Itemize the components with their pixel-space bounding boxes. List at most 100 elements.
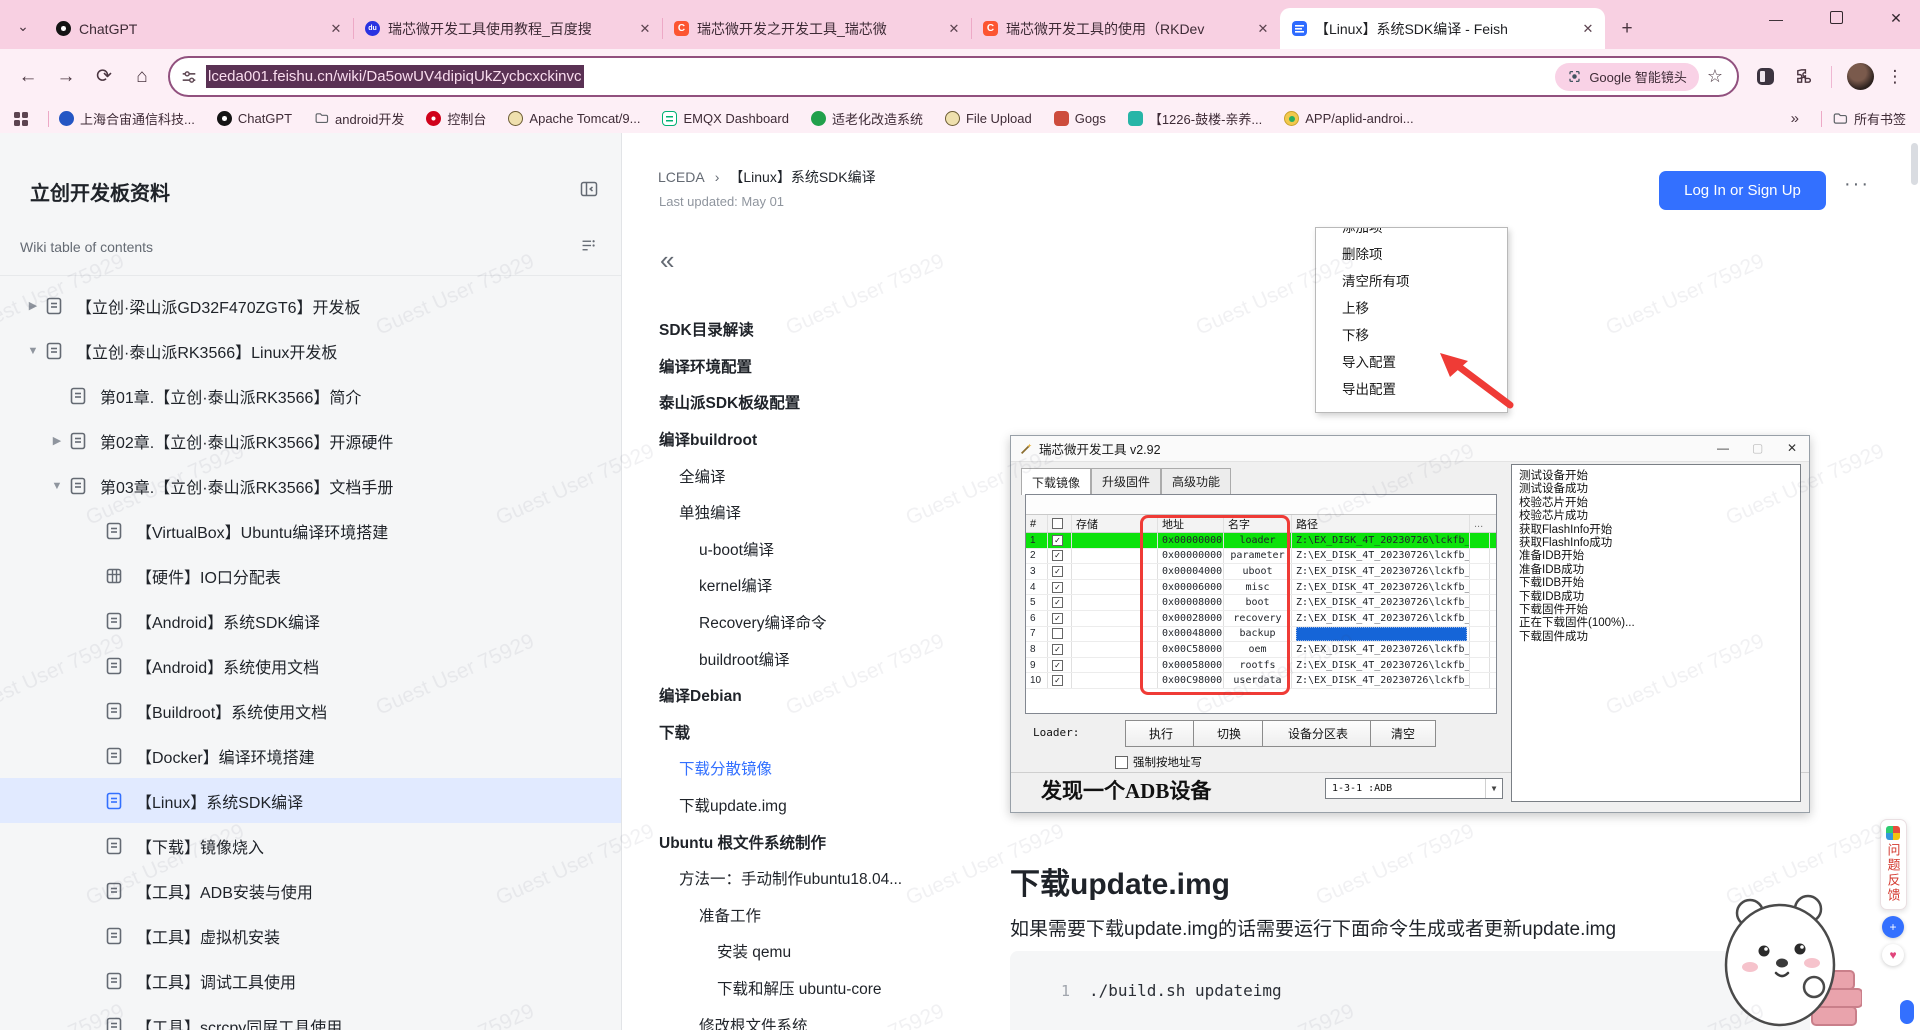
forward-button[interactable]: →: [48, 59, 84, 95]
outline-collapse-icon[interactable]: «: [660, 245, 674, 276]
tab-close-icon[interactable]: ✕: [945, 20, 963, 38]
page-scrollbar-thumb[interactable]: [1911, 143, 1918, 185]
sidebar-item[interactable]: 【Linux】系统SDK编译: [0, 778, 622, 823]
outline-item[interactable]: 方法一：手动制作ubuntu18.04...: [659, 860, 989, 897]
breadcrumb-root[interactable]: LCEDA: [658, 169, 705, 185]
sidebar-item[interactable]: 【Docker】编译环境搭建: [0, 733, 622, 778]
outline-item[interactable]: 泰山派SDK板级配置: [659, 384, 989, 421]
feedback-plus-button[interactable]: +: [1882, 916, 1904, 938]
google-lens-icon: [1567, 69, 1582, 84]
tab-close-icon[interactable]: ✕: [636, 20, 654, 38]
profile-avatar[interactable]: [1842, 59, 1878, 95]
outline-item[interactable]: 修改根文件系统: [659, 1006, 989, 1030]
sidebar-item[interactable]: 【Android】系统使用文档: [0, 643, 622, 688]
outline-item[interactable]: Ubuntu 根文件系统制作: [659, 823, 989, 860]
apps-grid-icon[interactable]: [14, 112, 28, 126]
reload-button[interactable]: ⟳: [86, 59, 122, 95]
bookmark-item[interactable]: ChatGPT: [217, 111, 292, 126]
chevron-right-icon[interactable]: ▶: [46, 434, 68, 447]
sidebar-item[interactable]: 【下载】镜像烧入: [0, 823, 622, 868]
feedback-widget[interactable]: 问题反馈 + ♥: [1878, 819, 1908, 966]
outline-item[interactable]: 下载分散镜像: [659, 750, 989, 787]
outline-item[interactable]: kernel编译: [659, 567, 989, 604]
sidebar-item[interactable]: 第01章.【立创·泰山派RK3566】简介: [0, 373, 622, 418]
address-bar[interactable]: lceda001.feishu.cn/wiki/Da5owUV4dipiqUkZ…: [168, 56, 1739, 97]
tab-close-icon[interactable]: ✕: [1254, 20, 1272, 38]
outline-item[interactable]: 编译环境配置: [659, 348, 989, 385]
outline-item[interactable]: 全编译: [659, 457, 989, 494]
outline-item[interactable]: 下载和解压 ubuntu-core: [659, 970, 989, 1007]
bookmark-item[interactable]: 【1226-鼓楼-亲养...: [1128, 109, 1262, 128]
bookmark-item[interactable]: APP/aplid-androi...: [1284, 111, 1413, 126]
window-maximize-button[interactable]: [1826, 11, 1846, 27]
outline-item[interactable]: Recovery编译命令: [659, 604, 989, 641]
sidebar-item[interactable]: ▶第02章.【立创·泰山派RK3566】开源硬件: [0, 418, 622, 463]
bookmark-star-icon[interactable]: ☆: [1707, 66, 1723, 87]
home-button[interactable]: ⌂: [124, 59, 160, 95]
bookmark-label: 控制台: [447, 109, 486, 128]
sidebar-item[interactable]: 【Buildroot】系统使用文档: [0, 688, 622, 733]
back-button[interactable]: ←: [10, 59, 46, 95]
new-tab-button[interactable]: +: [1613, 15, 1641, 43]
sidebar-item[interactable]: 【工具】ADB安装与使用: [0, 868, 622, 913]
bookmark-item[interactable]: Gogs: [1054, 111, 1106, 126]
toc-display-settings-icon[interactable]: [580, 237, 597, 254]
bookmark-item[interactable]: android开发: [314, 109, 404, 128]
window-close-button[interactable]: ✕: [1886, 10, 1906, 27]
browser-tab[interactable]: C瑞芯微开发之开发工具_瑞芯微✕: [662, 8, 971, 49]
outline-item[interactable]: 下载: [659, 714, 989, 751]
sidebar-item[interactable]: 【工具】调试工具使用: [0, 958, 622, 1003]
scrollbar-corner-thumb[interactable]: [1900, 1000, 1914, 1024]
google-lens-chip[interactable]: Google 智能镜头: [1555, 63, 1699, 91]
outline-item[interactable]: 编译buildroot: [659, 421, 989, 458]
bookmarks-overflow-chevron[interactable]: »: [1791, 110, 1799, 127]
chevron-right-icon[interactable]: ▶: [22, 299, 44, 312]
sidebar-collapse-icon[interactable]: [579, 179, 599, 199]
code-block[interactable]: 1 ./build.sh updateimg: [1010, 951, 1810, 1030]
feedback-sticker[interactable]: 问题反馈: [1880, 819, 1907, 910]
sidebar-item[interactable]: 【工具】虚拟机安装: [0, 913, 622, 958]
bookmark-item[interactable]: 适老化改造系统: [811, 109, 923, 128]
code-text: ./build.sh updateimg: [1089, 981, 1282, 1000]
tab-search-chevron-icon[interactable]: ⌄: [10, 13, 36, 39]
outline-item[interactable]: u-boot编译: [659, 531, 989, 568]
outline-item[interactable]: 单独编译: [659, 494, 989, 531]
sidebar-item[interactable]: 【工具】scrcpy同屏工具使用: [0, 1003, 622, 1030]
outline-item[interactable]: 安装 qemu: [659, 933, 989, 970]
outline-item[interactable]: 准备工作: [659, 897, 989, 934]
outline-item[interactable]: 下载update.img: [659, 787, 989, 824]
browser-tab[interactable]: du瑞芯微开发工具使用教程_百度搜✕: [353, 8, 662, 49]
sidebar-item[interactable]: 【VirtualBox】Ubuntu编译环境搭建: [0, 508, 622, 553]
tab-title: 瑞芯微开发工具的使用（RKDev: [1006, 19, 1246, 39]
doc-more-button[interactable]: ···: [1844, 173, 1870, 196]
bookmark-item[interactable]: Apache Tomcat/9...: [508, 111, 640, 126]
sidebar-item[interactable]: ▶【立创·梁山派GD32F470ZGT6】开发板: [0, 283, 622, 328]
tab-close-icon[interactable]: ✕: [327, 20, 345, 38]
bookmark-item[interactable]: EMQX Dashboard: [662, 111, 789, 126]
bookmark-item[interactable]: File Upload: [945, 111, 1032, 126]
tab-close-icon[interactable]: ✕: [1579, 20, 1597, 38]
site-settings-icon[interactable]: [180, 68, 198, 86]
sidebar-item[interactable]: 【Android】系统SDK编译: [0, 598, 622, 643]
chevron-down-icon[interactable]: ▼: [22, 345, 44, 357]
sidebar-item[interactable]: ▼第03章.【立创·泰山派RK3566】文档手册: [0, 463, 622, 508]
all-bookmarks-button[interactable]: 所有书签: [1832, 109, 1906, 128]
browser-tab-active[interactable]: 【Linux】系统SDK编译 - Feish✕: [1280, 8, 1605, 49]
bookmark-item[interactable]: 上海合宙通信科技...: [59, 109, 195, 128]
window-minimize-button[interactable]: —: [1766, 11, 1786, 27]
outline-item[interactable]: SDK目录解读: [659, 311, 989, 348]
row-address: 0x00004000: [1158, 564, 1224, 579]
sidebar-item[interactable]: 【硬件】IO口分配表: [0, 553, 622, 598]
browser-tab[interactable]: ChatGPT✕: [44, 8, 353, 49]
sidebar-item[interactable]: ▼ 【立创·泰山派RK3566】Linux开发板: [0, 328, 622, 373]
browser-tab[interactable]: C瑞芯微开发工具的使用（RKDev✕: [971, 8, 1280, 49]
chevron-down-icon[interactable]: ▼: [46, 480, 68, 492]
outline-item[interactable]: 编译Debian: [659, 677, 989, 714]
chrome-menu-kebab-icon[interactable]: ⋮: [1880, 67, 1910, 87]
extensions-puzzle-icon[interactable]: [1785, 59, 1821, 95]
feedback-heart-button[interactable]: ♥: [1882, 944, 1904, 966]
sidebar-item-label: 【立创·泰山派RK3566】Linux开发板: [76, 339, 337, 363]
outline-item[interactable]: buildroot编译: [659, 640, 989, 677]
bookmark-item[interactable]: 控制台: [426, 109, 486, 128]
pinned-extension-icon[interactable]: [1747, 59, 1783, 95]
